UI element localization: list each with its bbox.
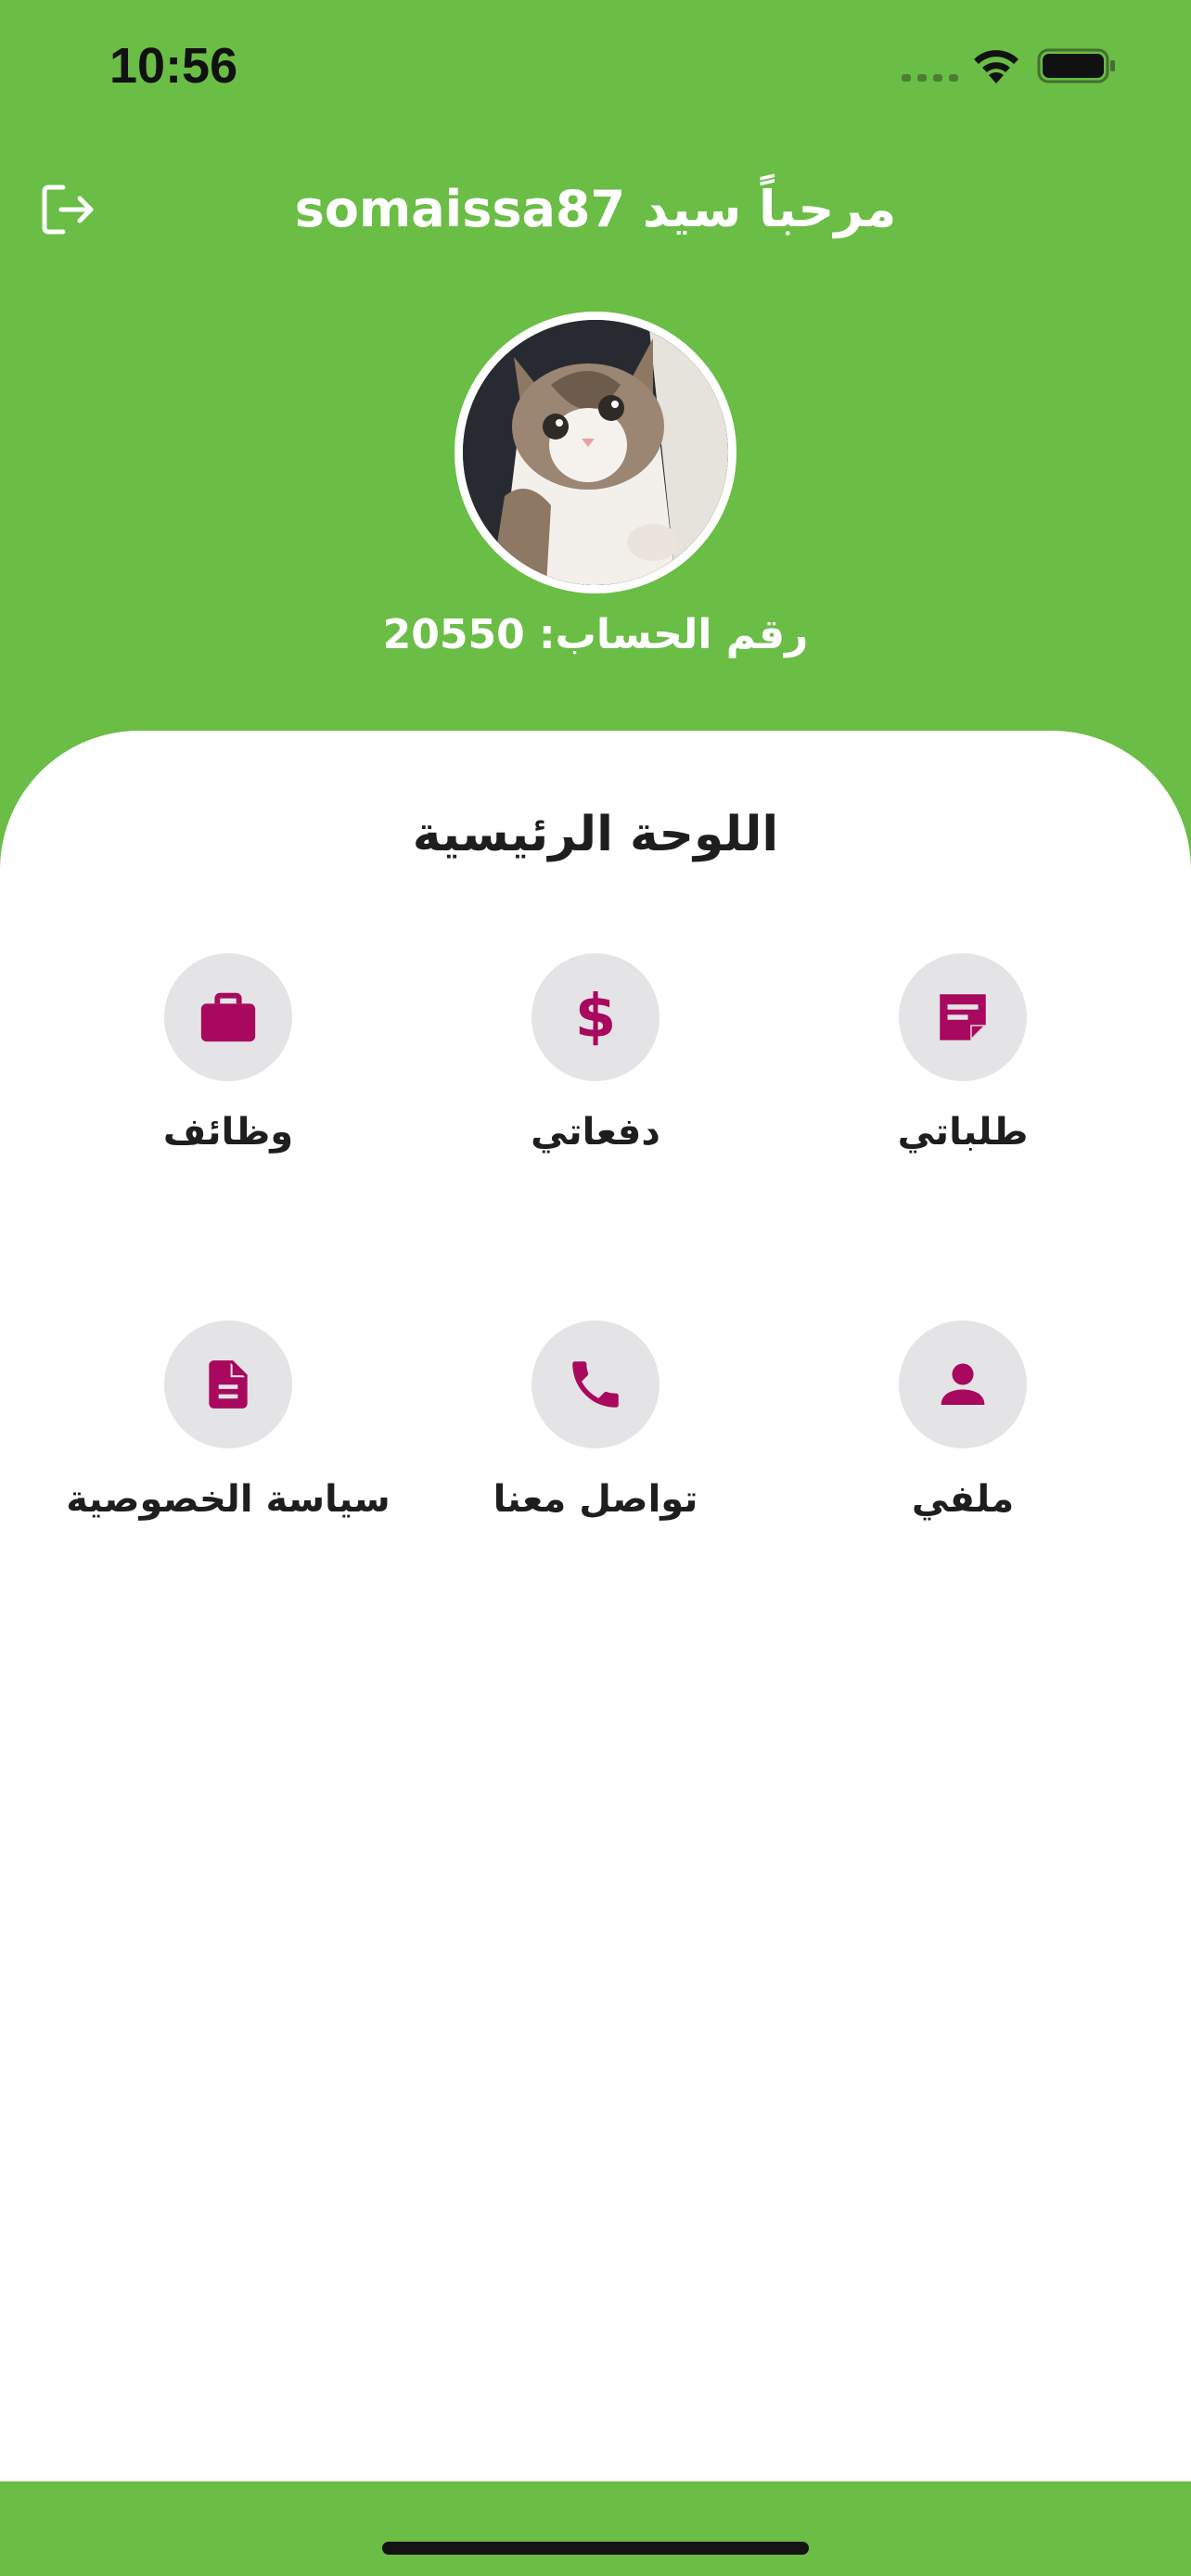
wifi-icon <box>974 50 1018 83</box>
tile-my-orders[interactable]: طلباتي <box>796 953 1130 1194</box>
avatar[interactable] <box>455 312 736 593</box>
tile-my-payments[interactable]: $ دفعاتي <box>429 953 762 1194</box>
profile-photo <box>463 320 728 585</box>
phone-icon <box>572 1361 619 1408</box>
privacy-policy-icon-circle <box>164 1320 292 1448</box>
my-payments-icon-circle: $ <box>531 953 660 1081</box>
contact-us-icon-circle <box>531 1320 660 1448</box>
dollar-icon: $ <box>574 983 617 1052</box>
signal-icon <box>902 74 958 82</box>
tile-label: تواصل معنا <box>493 1478 698 1521</box>
dashboard-title: اللوحة الرئيسية <box>412 807 779 862</box>
battery-icon <box>1037 48 1115 83</box>
person-icon <box>941 1363 985 1405</box>
tile-privacy-policy[interactable]: سياسة الخصوصية <box>61 1320 395 1562</box>
order-note-icon <box>940 994 986 1040</box>
document-icon <box>209 1360 248 1409</box>
account-number: رقم الحساب: 20550 <box>382 611 809 658</box>
tile-contact-us[interactable]: تواصل معنا <box>429 1320 762 1562</box>
home-indicator[interactable] <box>382 2542 809 2555</box>
logout-button[interactable] <box>33 174 104 245</box>
briefcase-icon <box>200 992 256 1042</box>
bottom-bar <box>0 2481 1191 2576</box>
tile-label: طلباتي <box>897 1111 1029 1154</box>
status-time: 10:56 <box>109 38 238 94</box>
tile-jobs[interactable]: وظائف <box>61 953 395 1194</box>
tile-label: ملفي <box>911 1478 1015 1521</box>
my-orders-icon-circle <box>899 953 1027 1081</box>
tile-my-profile[interactable]: ملفي <box>796 1320 1130 1562</box>
tile-label: وظائف <box>162 1111 294 1154</box>
tile-label: دفعاتي <box>531 1111 660 1154</box>
jobs-icon-circle <box>164 953 292 1081</box>
logout-icon <box>42 185 94 235</box>
welcome-title: مرحباً سيد somaissa87 <box>294 180 897 238</box>
my-profile-icon-circle <box>899 1320 1027 1448</box>
tile-label: سياسة الخصوصية <box>66 1478 391 1521</box>
